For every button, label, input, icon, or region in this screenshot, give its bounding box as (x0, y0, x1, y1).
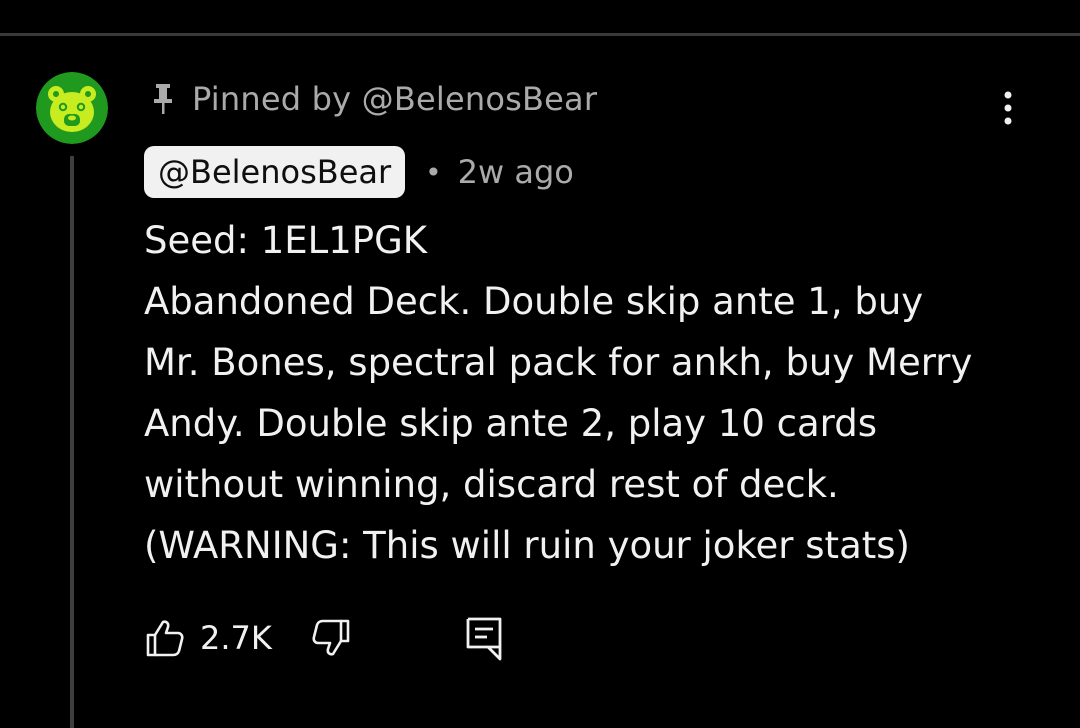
like-count: 2.7K (200, 619, 272, 657)
comment-line: Andy. Double skip ante 2, play 10 cards (144, 402, 877, 445)
comment-actions: 2.7K (144, 610, 504, 666)
comment-header: @BelenosBear • 2w ago (144, 145, 574, 199)
dislike-button[interactable] (310, 617, 352, 659)
author-name-chip[interactable]: @BelenosBear (144, 146, 406, 198)
avatar[interactable] (36, 72, 108, 144)
bear-avatar-icon (36, 72, 108, 144)
like-button[interactable] (144, 617, 186, 659)
comment-line: Mr. Bones, spectral pack for ankh, buy M… (144, 341, 973, 384)
top-divider (0, 33, 1080, 36)
reply-comment-icon (466, 617, 502, 661)
comment-line: Seed: 1EL1PGK (144, 219, 428, 262)
pinned-label: Pinned by @BelenosBear (192, 80, 598, 118)
comment-line: without winning, discard rest of deck. (144, 463, 839, 506)
comment-timestamp[interactable]: 2w ago (458, 153, 574, 191)
comment-text: Seed: 1EL1PGK Abandoned Deck. Double ski… (144, 210, 1024, 576)
pinned-indicator: Pinned by @BelenosBear (150, 76, 597, 122)
more-vertical-icon (1004, 91, 1012, 125)
reply-button[interactable] (464, 615, 504, 661)
pin-icon (150, 82, 176, 116)
thumbs-up-icon (146, 620, 184, 657)
thread-line (70, 156, 74, 728)
more-options-button[interactable] (990, 86, 1026, 130)
comment-line: Abandoned Deck. Double skip ante 1, buy (144, 280, 924, 323)
comment-line: (WARNING: This will ruin your joker stat… (144, 524, 910, 567)
thumbs-down-icon (312, 619, 350, 656)
meta-separator: • (425, 155, 442, 189)
